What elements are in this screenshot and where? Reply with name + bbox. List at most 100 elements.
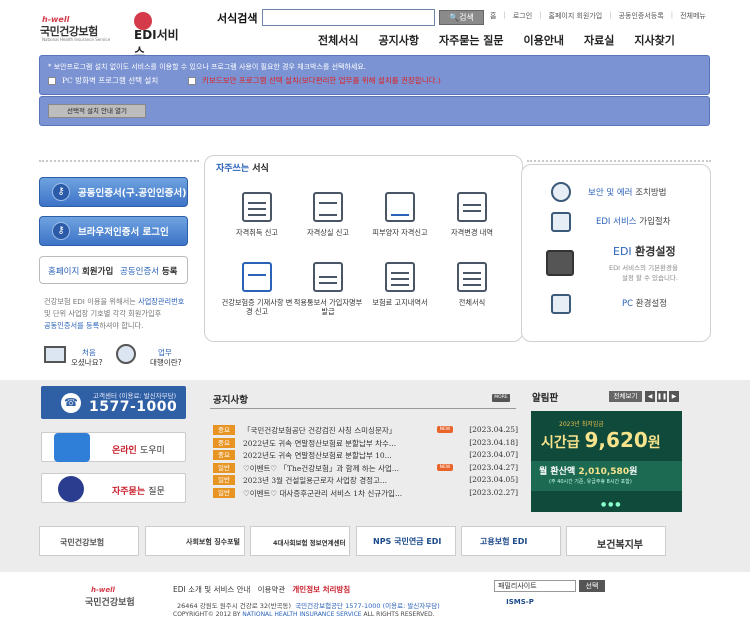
fav-loss-report[interactable]: 자격상실 신고	[292, 192, 364, 237]
logo[interactable]: h-well 국민건강보험 National Health Insurance …	[38, 12, 183, 59]
banner-hourly: 시간급 9,620원	[541, 428, 661, 452]
install-guide-button[interactable]: 선택적 설치 안내 열기	[48, 104, 146, 118]
footer-about-link[interactable]: EDI 소개 및 서비스 안내	[173, 585, 250, 594]
desc-3b: 하셔야 합니다.	[99, 321, 144, 330]
footer-copy-b: NATIONAL HEALTH INSURANCE SERVICE	[242, 611, 362, 618]
first-visit-link[interactable]: 처음 오셨나요?	[44, 342, 114, 372]
footer-logo-hwell: h-well	[91, 586, 115, 594]
notices-title: 공지사항	[213, 395, 248, 406]
edi-settings-link[interactable]: EDI 환경설정	[613, 243, 676, 259]
notice-badge: 중요	[213, 450, 235, 460]
top-links: 홈 | 로그인 | 홈페이지 회원가입 | 공동인증서등록 | 전체메뉴	[490, 11, 706, 21]
cert-register-link[interactable]: 공동인증서등록	[619, 11, 664, 21]
bulletin-view-all-button[interactable]: 전체보기	[609, 391, 642, 402]
footer-privacy-link[interactable]: 개인정보 처리방침	[292, 585, 350, 594]
nav-faq[interactable]: 자주묻는 질문	[439, 32, 504, 48]
main-nav: 전체서식 공지사항 자주묻는 질문 이용안내 자료실 지사찾기	[318, 32, 695, 48]
security-notice-text: * 보안프로그램 설치 없이도 서비스를 이용할 수 있으나 프로그램 사용이 …	[48, 63, 367, 71]
chat-icon	[457, 192, 487, 222]
partner-mohw[interactable]: 보건복지부	[566, 526, 666, 556]
desc-1b: 사업장관리번호	[138, 297, 185, 306]
nav-branch-finder[interactable]: 지사찾기	[634, 32, 674, 48]
fav-label: 자격상실 신고	[307, 228, 349, 237]
biz-agency-link[interactable]: 업무 대행이란?	[116, 342, 196, 372]
join-process-icon	[551, 212, 571, 232]
partner-nhis[interactable]: 국민건강보험	[39, 526, 139, 556]
home-link[interactable]: 홈	[490, 11, 496, 21]
notices-more-button[interactable]: MORE	[492, 394, 510, 402]
browser-cert-login-button[interactable]: ⚷ 브라우저인증서 로그인	[39, 216, 188, 246]
browser-cert-login-label: 브라우저인증서 로그인	[78, 227, 169, 238]
r4a: PC	[622, 299, 634, 309]
biz-agency-a: 업무	[158, 348, 172, 357]
notice-title: ♡이벤트♡ 「The건강보험」과 함께 하는 사업...	[243, 463, 400, 473]
nav-library[interactable]: 자료실	[584, 32, 614, 48]
notice-date: [2023.02.27]	[469, 487, 518, 497]
search-input[interactable]	[262, 9, 435, 26]
fav-card-change[interactable]: 건강보험증 기재사항 변경 신고	[221, 262, 293, 316]
tab-join[interactable]: 홈페이지 회원가입	[48, 265, 113, 277]
notices-divider	[210, 408, 516, 409]
nav-all-forms[interactable]: 전체서식	[318, 32, 358, 48]
gear-icon	[546, 250, 574, 276]
fav-premium-notice[interactable]: 보험료 고지내역서	[364, 262, 436, 307]
online-help-button[interactable]: 온라인 도우미	[41, 432, 186, 462]
pause-icon[interactable]: ❚❚	[657, 391, 667, 402]
fav-member-list[interactable]: 적용통보서 가입자명부 발급	[292, 262, 364, 316]
r3b: 환경설정	[635, 245, 676, 258]
call-center-number: 1577-1000	[89, 399, 178, 415]
nav-guide[interactable]: 이용안내	[524, 32, 564, 48]
notice-row[interactable]: 중요 「국민건강보험공단 건강검진 사칭 스미싱문자」 NEW [2023.04.25…	[213, 425, 518, 437]
search-button[interactable]: 🔍검색	[439, 10, 484, 25]
footer-copy-a: COPYRIGHT© 2012 BY	[173, 611, 243, 618]
separator: |	[539, 11, 542, 19]
banner-monthly: 월 환산액 2,010,580원	[539, 464, 637, 477]
fav-change-history[interactable]: 자격변경 내역	[436, 192, 508, 237]
key-icon: ⚷	[52, 183, 70, 201]
notice-row[interactable]: 중요 2022년도 귀속 연말정산보험료 분할납부 10... [2023.04.0…	[213, 450, 518, 462]
partner-link-center[interactable]: 4대사회보험 정보연계센터	[250, 526, 350, 556]
join-process-link[interactable]: EDI 서비스 가입절차	[596, 215, 671, 227]
pc-settings-link[interactable]: PC 환경설정	[622, 297, 667, 309]
family-site-select[interactable]: 패밀리사이트	[494, 580, 576, 592]
notice-date: [2023.04.27]	[469, 462, 518, 472]
fav-acquire-report[interactable]: 자격취득 신고	[221, 192, 293, 237]
fav-label: 보험료 고지내역서	[372, 298, 428, 307]
join-link[interactable]: 홈페이지 회원가입	[549, 11, 603, 21]
new-badge-icon: NEW	[437, 426, 453, 433]
new-badge-icon: NEW	[437, 463, 453, 471]
notice-title: 「국민건강보험공단 건강검진 사칭 스미싱문자」	[243, 426, 397, 435]
security-error-link[interactable]: 보안 및 에러 조치방법	[588, 186, 667, 198]
partner-4insure[interactable]: 사회보험 징수포털	[145, 526, 245, 556]
notice-row[interactable]: 일반 ♡이벤트♡ 「The건강보험」과 함께 하는 사업... NEW [2023.0…	[213, 462, 518, 475]
firewall-checkbox[interactable]	[48, 77, 56, 85]
prev-icon[interactable]: ◀	[645, 391, 655, 402]
minimum-wage-banner[interactable]: 2023년 최저임금 시간급 9,620원 월 환산액 2,010,580원 (…	[531, 411, 682, 512]
footer-terms-link[interactable]: 이용약관	[258, 585, 286, 594]
notice-row[interactable]: 중요 2022년도 귀속 연말정산보험료 분할납부 차수... [2023.04.1…	[213, 437, 518, 450]
nav-notices[interactable]: 공지사항	[378, 32, 418, 48]
login-link[interactable]: 로그인	[513, 11, 532, 21]
tab-cert-a: 공동인증서	[120, 267, 160, 277]
fav-dependent-report[interactable]: 피부양자 자격신고	[364, 192, 436, 237]
partner-nps[interactable]: NPS 국민연금 EDI	[356, 526, 456, 556]
footer-logo: h-well 국민건강보험	[85, 586, 155, 616]
cert-login-button[interactable]: ⚷ 공동인증서(구.공인인증서)	[39, 177, 188, 207]
divider	[39, 160, 199, 162]
firewall-checkbox-label: PC 방화벽 프로그램 선택 설치	[62, 76, 159, 85]
faq-button[interactable]: 자주묻는 질문	[41, 473, 186, 503]
first-visit-a: 처음	[82, 348, 96, 357]
notice-badge: 중요	[213, 425, 235, 435]
family-site-button[interactable]: 선택	[579, 580, 605, 592]
tab-cert-register[interactable]: 공동인증서 등록	[120, 265, 177, 277]
favorite-forms-title: 자주쓰는 서식	[216, 161, 269, 174]
notice-row[interactable]: 일반 2023년 3월 건설일용근로자 사업장 경정고... [2023.04.05…	[213, 475, 518, 487]
notice-title: 2023년 3월 건설일용근로자 사업장 경정고...	[243, 476, 388, 485]
notice-row[interactable]: 일반 ♡이벤트♡ 대사증후군관리 서비스 1차 신규가입... [2023.02.2…	[213, 487, 518, 500]
all-menu-link[interactable]: 전체메뉴	[680, 11, 706, 21]
key-icon: ⚷	[52, 222, 70, 240]
partner-employment[interactable]: 고용보험 EDI	[461, 526, 561, 556]
next-icon[interactable]: ▶	[669, 391, 679, 402]
fav-all-forms[interactable]: 전체서식	[436, 262, 508, 307]
keyboard-security-checkbox[interactable]	[188, 77, 196, 85]
